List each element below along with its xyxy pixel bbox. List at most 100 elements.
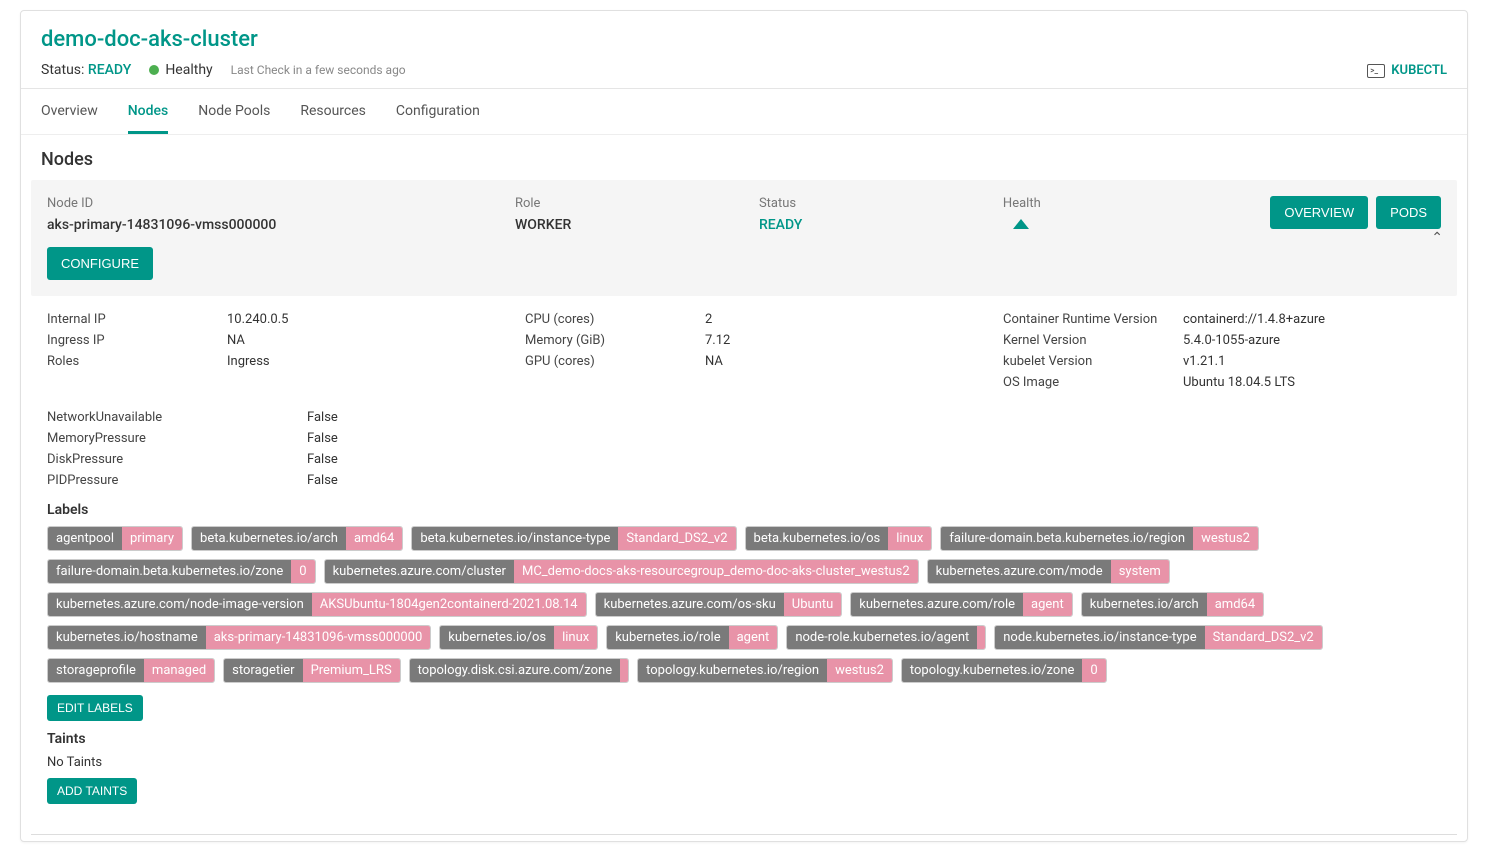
label-key: kubernetes.azure.com/node-image-version xyxy=(48,593,312,616)
label-chip: kubernetes.azure.com/os-skuUbuntu xyxy=(595,592,843,617)
detail-key: Kernel Version xyxy=(1003,333,1183,348)
condition-row: DiskPressureFalse xyxy=(47,452,1441,467)
label-chip: kubernetes.azure.com/clusterMC_demo-docs… xyxy=(324,559,919,584)
node-details: Internal IP10.240.0.5Ingress IPNARolesIn… xyxy=(21,296,1467,820)
condition-key: NetworkUnavailable xyxy=(47,410,307,425)
label-value: managed xyxy=(144,659,214,682)
label-value: 0 xyxy=(291,560,314,583)
label-chip: kubernetes.azure.com/node-image-versionA… xyxy=(47,592,587,617)
detail-row: kubelet Versionv1.21.1 xyxy=(1003,354,1441,369)
pods-button[interactable]: PODS xyxy=(1376,196,1441,229)
add-taints-button[interactable]: ADD TAINTS xyxy=(47,778,137,804)
label-chip: topology.kubernetes.io/regionwestus2 xyxy=(637,658,893,683)
label-value xyxy=(620,659,628,682)
kubectl-label: KUBECTL xyxy=(1391,63,1447,78)
detail-key: OS Image xyxy=(1003,375,1183,390)
label-chip: beta.kubernetes.io/oslinux xyxy=(745,526,933,551)
taints-text: No Taints xyxy=(47,755,1441,770)
section-title: Nodes xyxy=(21,135,1467,180)
label-value xyxy=(977,626,985,649)
label-value: Premium_LRS xyxy=(303,659,400,682)
label-value: MC_demo-docs-aks-resourcegroup_demo-doc-… xyxy=(514,560,918,583)
label-key: kubernetes.io/arch xyxy=(1082,593,1207,616)
condition-key: PIDPressure xyxy=(47,473,307,488)
detail-value: 10.240.0.5 xyxy=(227,312,288,327)
node-card: Node ID aks-primary-14831096-vmss000000 … xyxy=(31,180,1457,296)
taints-heading: Taints xyxy=(47,731,1441,747)
label-key: node.kubernetes.io/instance-type xyxy=(995,626,1204,649)
condition-row: PIDPressureFalse xyxy=(47,473,1441,488)
label-chip: topology.disk.csi.azure.com/zone xyxy=(409,658,629,683)
label-key: kubernetes.azure.com/mode xyxy=(928,560,1111,583)
label-key: kubernetes.azure.com/cluster xyxy=(325,560,514,583)
detail-key: Memory (GiB) xyxy=(525,333,705,348)
health-text: Healthy xyxy=(165,62,212,78)
terminal-icon: >_ xyxy=(1367,64,1385,78)
node-status-label: Status xyxy=(759,196,983,211)
label-value: Standard_DS2_v2 xyxy=(618,527,735,550)
tabs: Overview Nodes Node Pools Resources Conf… xyxy=(21,89,1467,135)
label-value: AKSUbuntu-1804gen2containerd-2021.08.14 xyxy=(312,593,586,616)
label-chip: beta.kubernetes.io/archamd64 xyxy=(191,526,403,551)
label-key: storagetier xyxy=(224,659,302,682)
label-key: topology.kubernetes.io/region xyxy=(638,659,827,682)
tab-resources[interactable]: Resources xyxy=(300,89,366,134)
configure-button[interactable]: CONFIGURE xyxy=(47,247,153,280)
label-chip: kubernetes.azure.com/modesystem xyxy=(927,559,1170,584)
label-key: agentpool xyxy=(48,527,122,550)
condition-row: MemoryPressureFalse xyxy=(47,431,1441,446)
tab-nodes[interactable]: Nodes xyxy=(128,89,168,134)
label-key: beta.kubernetes.io/os xyxy=(746,527,889,550)
detail-row: Internal IP10.240.0.5 xyxy=(47,312,485,327)
detail-value: v1.21.1 xyxy=(1183,354,1225,369)
collapse-icon[interactable]: ⌃ xyxy=(1431,230,1443,246)
detail-value: 2 xyxy=(705,312,712,327)
tab-configuration[interactable]: Configuration xyxy=(396,89,480,134)
condition-value: False xyxy=(307,473,338,488)
tab-node-pools[interactable]: Node Pools xyxy=(198,89,270,134)
label-chip: kubernetes.azure.com/roleagent xyxy=(850,592,1072,617)
condition-key: MemoryPressure xyxy=(47,431,307,446)
condition-value: False xyxy=(307,410,338,425)
label-value: amd64 xyxy=(346,527,402,550)
label-value: agent xyxy=(1023,593,1072,616)
condition-value: False xyxy=(307,452,338,467)
label-key: topology.disk.csi.azure.com/zone xyxy=(410,659,620,682)
detail-value: NA xyxy=(227,333,245,348)
detail-key: Internal IP xyxy=(47,312,227,327)
label-key: storageprofile xyxy=(48,659,144,682)
label-value: primary xyxy=(122,527,182,550)
label-value: aks-primary-14831096-vmss000000 xyxy=(206,626,431,649)
divider xyxy=(31,834,1457,835)
label-value: amd64 xyxy=(1207,593,1263,616)
edit-labels-button[interactable]: EDIT LABELS xyxy=(47,695,143,721)
tab-overview[interactable]: Overview xyxy=(41,89,98,134)
detail-value: Ingress xyxy=(227,354,270,369)
detail-value: 5.4.0-1055-azure xyxy=(1183,333,1280,348)
detail-row: Ingress IPNA xyxy=(47,333,485,348)
condition-value: False xyxy=(307,431,338,446)
label-value: Standard_DS2_v2 xyxy=(1205,626,1322,649)
label-key: failure-domain.beta.kubernetes.io/zone xyxy=(48,560,291,583)
health-triangle-icon xyxy=(1013,219,1029,229)
overview-button[interactable]: OVERVIEW xyxy=(1270,196,1368,229)
label-key: kubernetes.io/role xyxy=(607,626,728,649)
detail-value: NA xyxy=(705,354,723,369)
label-value: westus2 xyxy=(827,659,892,682)
labels-heading: Labels xyxy=(47,502,1441,518)
label-key: kubernetes.io/hostname xyxy=(48,626,206,649)
label-chip: kubernetes.io/archamd64 xyxy=(1081,592,1264,617)
status-value: READY xyxy=(88,62,131,78)
kubectl-button[interactable]: >_ KUBECTL xyxy=(1367,63,1447,78)
node-id-value: aks-primary-14831096-vmss000000 xyxy=(47,217,495,233)
detail-key: Ingress IP xyxy=(47,333,227,348)
label-chip: kubernetes.io/roleagent xyxy=(606,625,778,650)
label-value: westus2 xyxy=(1193,527,1258,550)
detail-row: CPU (cores)2 xyxy=(525,312,963,327)
label-key: node-role.kubernetes.io/agent xyxy=(787,626,977,649)
condition-row: NetworkUnavailableFalse xyxy=(47,410,1441,425)
detail-key: Roles xyxy=(47,354,227,369)
detail-value: Ubuntu 18.04.5 LTS xyxy=(1183,375,1295,390)
label-chip: storageprofilemanaged xyxy=(47,658,215,683)
label-chip: topology.kubernetes.io/zone0 xyxy=(901,658,1107,683)
